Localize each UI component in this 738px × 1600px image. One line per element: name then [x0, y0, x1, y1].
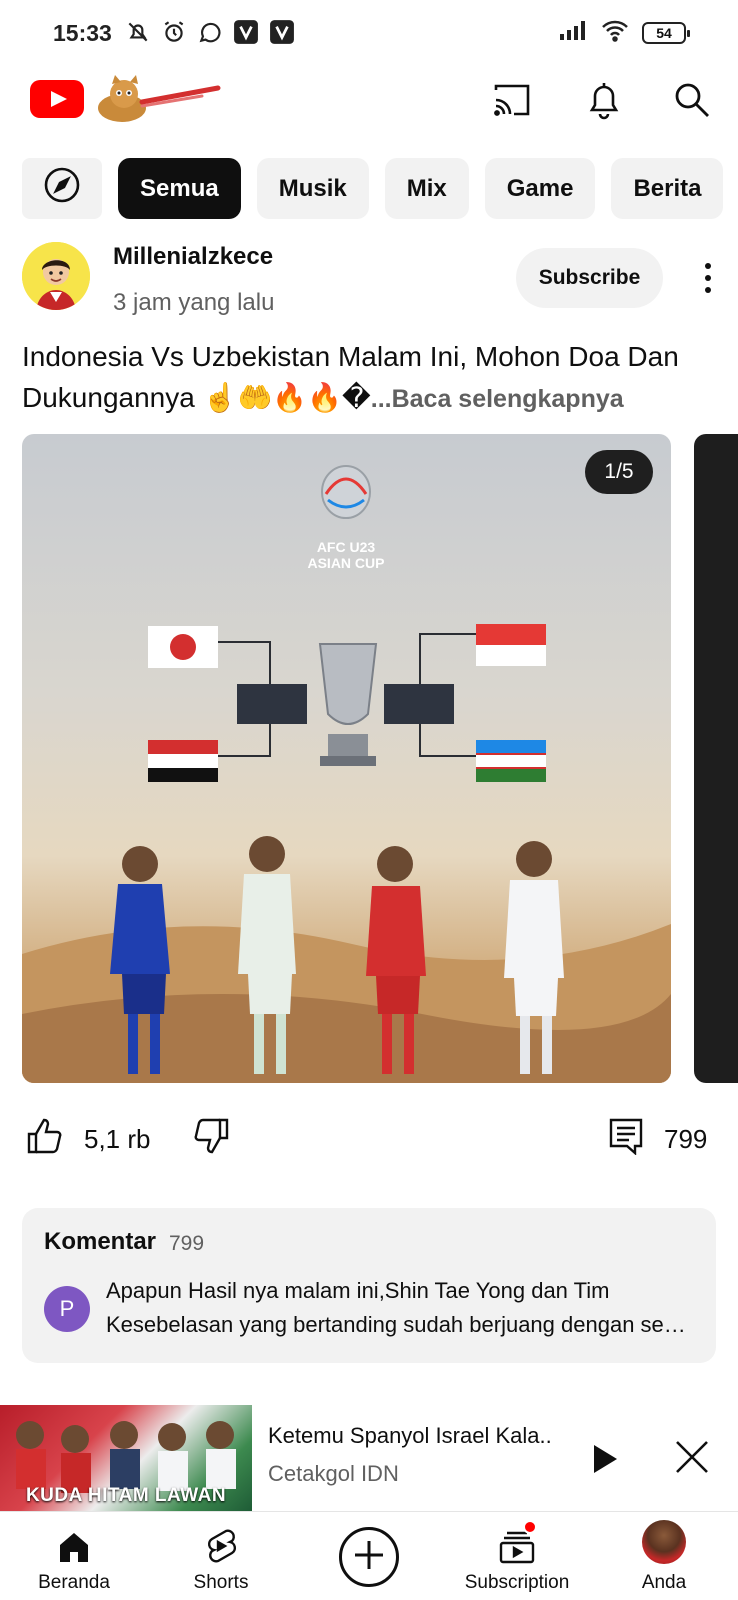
- afc-logo: AFC U23 ASIAN CUP: [307, 465, 385, 571]
- chip-musik[interactable]: Musik: [256, 158, 369, 219]
- nav-subscription[interactable]: Subscription: [455, 1512, 579, 1600]
- v-app-icon: [268, 18, 296, 46]
- flag-iraq: [148, 740, 218, 782]
- image-counter: 1/5: [585, 450, 653, 494]
- next-image-peek[interactable]: [694, 434, 738, 1083]
- chip-mix[interactable]: Mix: [384, 158, 469, 219]
- channel-avatar[interactable]: [22, 242, 90, 310]
- commenter-avatar: P: [44, 1286, 90, 1332]
- nav-subscription-label: Subscription: [464, 1572, 570, 1593]
- mini-player[interactable]: KUDA HITAM LAWAN Ketemu Spanyol Israel K…: [0, 1405, 738, 1511]
- chip-semua[interactable]: Semua: [118, 158, 241, 219]
- mute-icon: [124, 18, 152, 46]
- play-icon[interactable]: [585, 1439, 625, 1479]
- like-count: 5,1 rb: [84, 1123, 151, 1154]
- nav-beranda[interactable]: Beranda: [38, 1512, 110, 1600]
- status-time: 15:33: [53, 20, 112, 46]
- flag-uzbekistan: [476, 740, 546, 782]
- post-time: 3 jam yang lalu: [113, 289, 275, 316]
- nav-beranda-label: Beranda: [38, 1572, 110, 1593]
- nav-anda-label: Anda: [641, 1572, 687, 1593]
- status-bar: 15:33 54: [0, 0, 738, 66]
- mini-player-thumbnail[interactable]: KUDA HITAM LAWAN: [0, 1405, 252, 1511]
- home-icon: [57, 1512, 91, 1564]
- afc-logo-line2: ASIAN CUP: [307, 555, 384, 571]
- chip-berita[interactable]: Berita: [611, 158, 724, 219]
- post-text[interactable]: Indonesia Vs Uzbekistan Malam Ini, Mohon…: [22, 336, 722, 420]
- more-options-icon[interactable]: [690, 258, 726, 298]
- flag-japan: [148, 626, 218, 668]
- search-icon[interactable]: [670, 78, 714, 122]
- v-app-icon: [232, 18, 260, 46]
- chip-game[interactable]: Game: [484, 158, 596, 219]
- mini-player-title[interactable]: Ketemu Spanyol Israel Kala..: [268, 1423, 558, 1449]
- mini-player-channel: Cetakgol IDN: [268, 1461, 399, 1486]
- cast-icon[interactable]: [490, 78, 534, 122]
- plus-icon: [352, 1538, 386, 1577]
- notification-icons: [124, 18, 296, 46]
- app-bar: [0, 66, 738, 134]
- explore-chip[interactable]: [22, 158, 102, 219]
- trophy-icon: [318, 643, 378, 766]
- create-button[interactable]: [339, 1527, 399, 1587]
- read-more-link[interactable]: ...Baca selengkapnya: [371, 385, 624, 413]
- channel-name[interactable]: Millenialzkece: [113, 243, 273, 271]
- comments-button[interactable]: 799: [608, 1114, 707, 1164]
- dislike-button[interactable]: [192, 1114, 230, 1164]
- subscribe-button[interactable]: Subscribe: [516, 248, 663, 308]
- flag-indonesia: [476, 624, 546, 666]
- comments-title: Komentar: [44, 1228, 157, 1255]
- wifi-icon: [600, 18, 630, 47]
- comments-card[interactable]: Komentar 799 P Apapun Hasil nya malam in…: [22, 1208, 716, 1363]
- post-image[interactable]: AFC U23 ASIAN CUP: [22, 434, 671, 1083]
- comments-count: 799: [169, 1232, 205, 1255]
- alarm-icon: [160, 18, 188, 46]
- comment-count: 799: [664, 1123, 708, 1154]
- filter-chips: Semua Musik Mix Game Berita: [22, 158, 724, 219]
- afc-logo-line1: AFC U23: [317, 539, 376, 555]
- profile-avatar: [642, 1520, 686, 1564]
- youtube-logo[interactable]: [30, 80, 84, 118]
- thumbs-up-icon: [26, 1117, 64, 1162]
- nav-anda[interactable]: Anda: [624, 1512, 704, 1600]
- compass-icon: [42, 165, 82, 212]
- thumbs-down-icon: [192, 1117, 230, 1162]
- close-icon[interactable]: [672, 1437, 712, 1477]
- doodle-illustration[interactable]: [92, 72, 222, 126]
- top-comment-text: Apapun Hasil nya malam ini,Shin Tae Yong…: [106, 1278, 686, 1337]
- battery-icon: 54: [642, 21, 690, 44]
- system-icons: 54: [558, 18, 690, 47]
- notification-dot: [523, 1520, 537, 1534]
- signal-icon: [558, 18, 588, 47]
- mini-thumbnail-text: KUDA HITAM LAWAN: [25, 1485, 227, 1506]
- bell-icon[interactable]: [582, 78, 626, 122]
- comment-icon: [608, 1117, 644, 1162]
- shorts-icon: [204, 1512, 238, 1564]
- like-button[interactable]: 5,1 rb: [26, 1114, 151, 1164]
- nav-shorts[interactable]: Shorts: [185, 1512, 257, 1600]
- whatsapp-icon: [196, 18, 224, 46]
- nav-shorts-label: Shorts: [193, 1572, 249, 1593]
